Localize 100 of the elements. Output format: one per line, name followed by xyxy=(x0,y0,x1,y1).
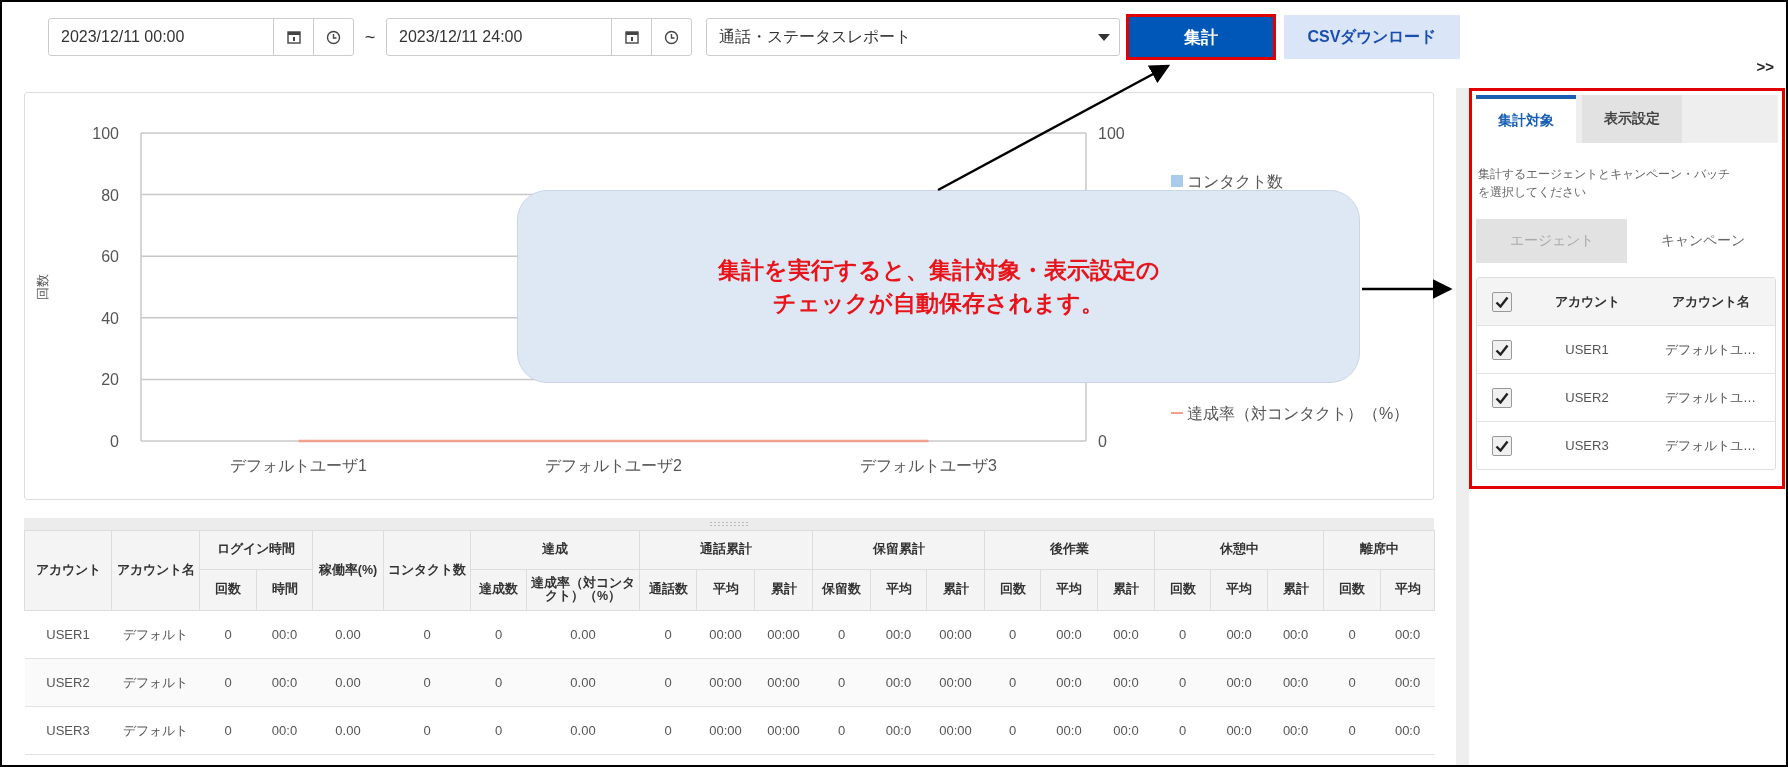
table-cell: デフォルト xyxy=(111,658,200,707)
table-cell: 00:0 xyxy=(256,658,313,707)
table-cell-text: デフォルトユ… xyxy=(1664,388,1757,407)
column-group-header: ログイン時間 xyxy=(199,530,313,570)
table-cell: 00:0 xyxy=(256,706,313,755)
report-dropdown[interactable]: 通話・ステータスレポート xyxy=(706,18,1120,56)
column-header: 達成率（対コンタクト）（%） xyxy=(526,569,640,611)
axis-tick-label: 40 xyxy=(101,309,119,327)
table-cell: 0 xyxy=(1154,610,1211,659)
table-cell: 00:00 xyxy=(696,610,755,659)
axis-tick-label: 100 xyxy=(92,125,119,142)
table-cell: 00:0 xyxy=(870,610,927,659)
table-cell: 00:0 xyxy=(1380,706,1435,755)
table-cell: 00:0 xyxy=(1267,706,1324,755)
table-cell: USER3 xyxy=(24,706,112,755)
caret-icon xyxy=(1098,33,1110,41)
column-group-header: 休憩中 xyxy=(1154,530,1324,570)
csv-download-button[interactable]: CSVダウンロード xyxy=(1284,15,1460,59)
column-header: 通話数 xyxy=(639,569,697,611)
table-cell-text: デフォルトユ… xyxy=(1664,436,1757,455)
table-cell: 00:00 xyxy=(754,658,813,707)
collapse-toggle[interactable]: >> xyxy=(1756,58,1774,75)
table-cell: 0.00 xyxy=(312,658,384,707)
table-cell: USER1 xyxy=(24,610,112,659)
checkbox[interactable] xyxy=(1491,387,1512,408)
table-cell: 0.00 xyxy=(312,706,384,755)
table-cell: 0 xyxy=(383,706,471,755)
tab[interactable]: 表示設定 xyxy=(1582,95,1682,143)
table-cell-text: USER1 xyxy=(1564,342,1610,357)
table-cell: 00:0 xyxy=(870,706,927,755)
table-cell: 0 xyxy=(470,658,527,707)
table-cell: 0.00 xyxy=(526,658,640,707)
column-header: 平均 xyxy=(696,569,755,611)
axis-tick-label: 0 xyxy=(110,433,119,450)
table-cell: 00:0 xyxy=(256,610,313,659)
column-header: アカウント xyxy=(1553,292,1621,311)
checkbox[interactable] xyxy=(1491,291,1512,312)
column-header: 累計 xyxy=(926,569,985,611)
table-cell: 00:0 xyxy=(1210,706,1268,755)
clock-icon xyxy=(664,29,679,45)
checkbox[interactable] xyxy=(1491,435,1512,456)
column-header: アカウント名 xyxy=(111,530,200,611)
instruction-text: 集計するエージェントとキャンペーン・バッチを選択してください xyxy=(1478,166,1731,201)
column-header: 回数 xyxy=(984,569,1041,611)
table-cell: 00:00 xyxy=(754,706,813,755)
table-cell: デフォルト xyxy=(111,610,200,659)
column-header: 平均 xyxy=(870,569,927,611)
table-cell: 0 xyxy=(1323,706,1381,755)
column-group-header: 保留累計 xyxy=(812,530,985,570)
table-cell: 00:00 xyxy=(926,658,985,707)
clock-icon xyxy=(326,29,341,45)
tab[interactable]: 集計対象 xyxy=(1476,95,1576,143)
column-header: 達成数 xyxy=(470,569,527,611)
axis-category-label: デフォルトユーザ2 xyxy=(545,457,682,474)
column-header: 累計 xyxy=(1267,569,1324,611)
table-cell: 0 xyxy=(199,610,257,659)
table-cell: 00:00 xyxy=(754,610,813,659)
table-cell-text: USER3 xyxy=(1564,438,1610,453)
column-group-header: 離席中 xyxy=(1323,530,1435,570)
table-cell: 00:00 xyxy=(696,706,755,755)
table-cell: 00:0 xyxy=(870,658,927,707)
table-cell: 0 xyxy=(1154,658,1211,707)
table-cell: 00:0 xyxy=(1040,706,1098,755)
column-header: アカウント名 xyxy=(1670,292,1751,311)
table-cell: 00:0 xyxy=(1210,610,1268,659)
table-cell: 00:00 xyxy=(926,610,985,659)
table-cell: 00:0 xyxy=(1380,610,1435,659)
column-header: 回数 xyxy=(199,569,257,611)
table-cell: 00:0 xyxy=(1097,706,1155,755)
aggregate-button[interactable]: 集計 xyxy=(1126,14,1276,60)
table-cell: 0 xyxy=(1323,610,1381,659)
table-cell: デフォルト xyxy=(111,706,200,755)
checkbox[interactable] xyxy=(1491,339,1512,360)
table-cell: 00:00 xyxy=(926,706,985,755)
table-cell: 0 xyxy=(812,706,871,755)
axis-tick-label: 100 xyxy=(1098,125,1125,142)
table-cell: 0 xyxy=(470,706,527,755)
table-cell: 0.00 xyxy=(526,706,640,755)
axis-tick-label: 60 xyxy=(101,248,119,266)
table-cell: 0 xyxy=(1323,658,1381,707)
axis-tick-label: 80 xyxy=(101,186,119,204)
table-cell: 0 xyxy=(383,610,471,659)
table-cell: 0 xyxy=(199,706,257,755)
callout-text: 集計を実行すると、集計対象・表示設定の xyxy=(717,256,1160,286)
table-cell: 0 xyxy=(984,706,1041,755)
column-header: 時間 xyxy=(256,569,313,611)
axis-category-label: デフォルトユーザ3 xyxy=(860,457,997,474)
column-header: 平均 xyxy=(1210,569,1268,611)
range-separator: ~ xyxy=(363,26,377,48)
table-cell: 00:0 xyxy=(1040,658,1098,707)
table-cell: 0 xyxy=(639,610,697,659)
table-cell: 0 xyxy=(984,610,1041,659)
calendar-icon xyxy=(286,30,301,44)
column-header: 回数 xyxy=(1323,569,1381,611)
legend-label: 達成率（対コンタクト）（%） xyxy=(1187,405,1410,422)
table-cell: 0 xyxy=(812,610,871,659)
column-group-header: 後作業 xyxy=(984,530,1155,570)
table-cell: 0 xyxy=(639,706,697,755)
table-cell: 00:0 xyxy=(1267,610,1324,659)
legend-label: コンタクト数 xyxy=(1187,173,1283,190)
